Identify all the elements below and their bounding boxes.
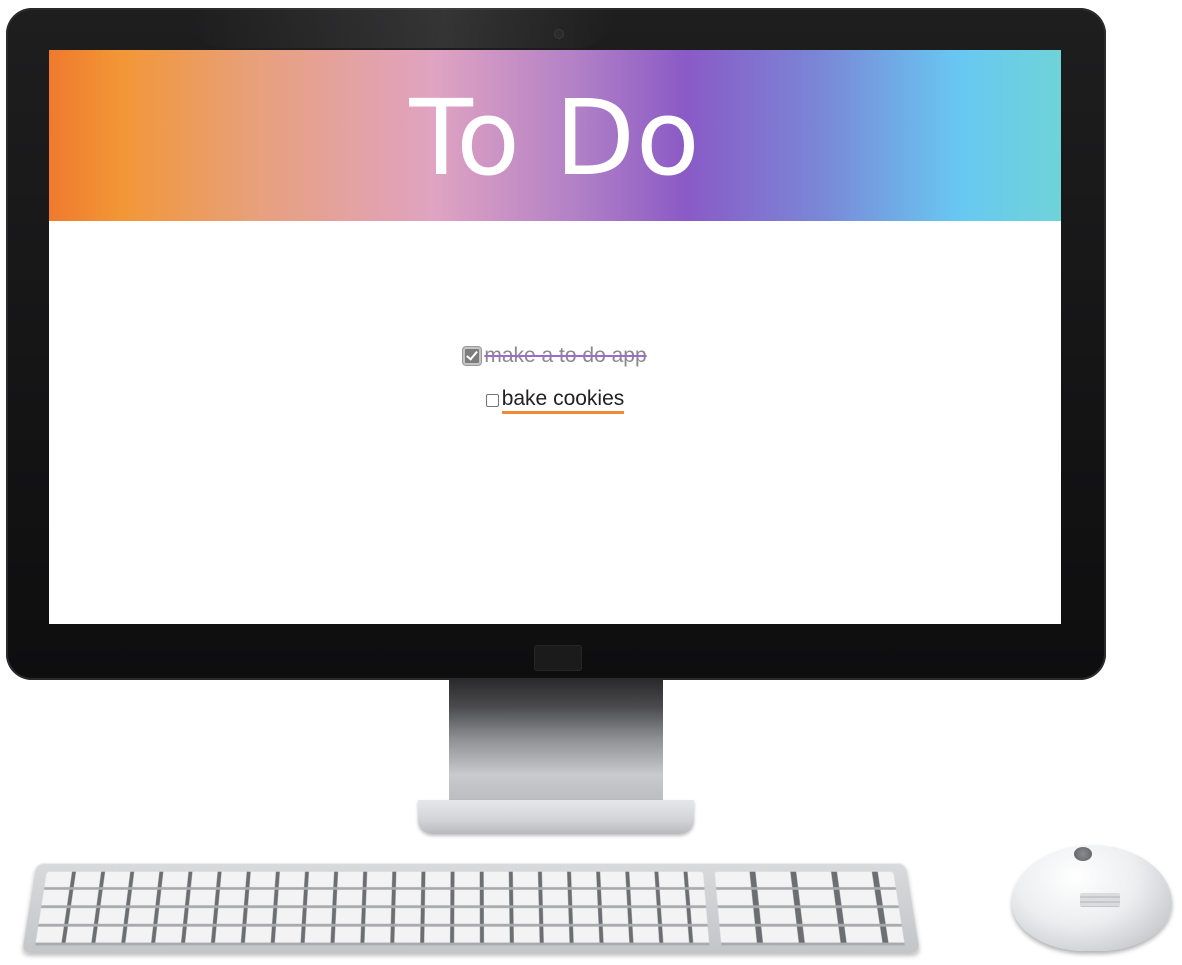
keyboard-numpad bbox=[714, 871, 905, 946]
mouse-scroll-wheel bbox=[1074, 847, 1092, 861]
app-header: To Do bbox=[49, 50, 1061, 221]
webcam-icon bbox=[555, 30, 563, 38]
app-title: To Do bbox=[409, 76, 701, 199]
keyboard-main-keys bbox=[35, 871, 710, 946]
todo-app-window: To Do make a to do app bake cookies bbox=[49, 50, 1061, 624]
todo-list: make a to do app bake cookies bbox=[49, 341, 1061, 415]
mouse-logo bbox=[1080, 893, 1120, 907]
todo-item-text[interactable]: make a to do app bbox=[484, 343, 646, 368]
checkbox-checked-icon[interactable] bbox=[463, 347, 482, 365]
mouse bbox=[1012, 845, 1172, 951]
keyboard bbox=[22, 862, 920, 953]
desktop-scene: To Do make a to do app bake cookies bbox=[0, 0, 1182, 965]
todo-item-text[interactable]: bake cookies bbox=[501, 386, 625, 415]
todo-item-active: bake cookies bbox=[485, 385, 625, 415]
checkbox-unchecked-icon[interactable] bbox=[485, 393, 499, 407]
monitor-logo bbox=[534, 645, 582, 671]
todo-item-completed: make a to do app bbox=[463, 341, 647, 371]
monitor-stand-base bbox=[418, 800, 694, 834]
